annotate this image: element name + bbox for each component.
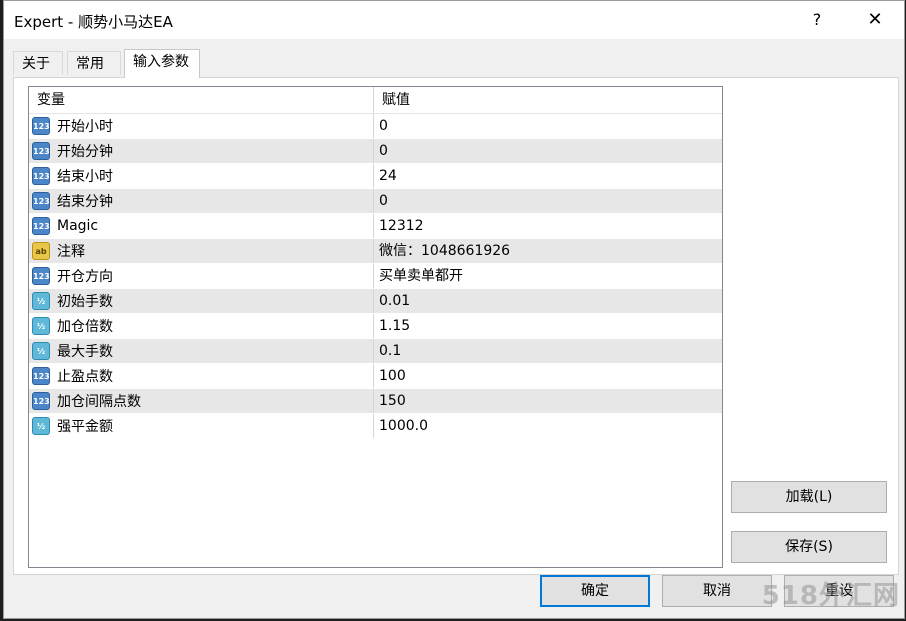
header-value[interactable]: 赋值 <box>374 87 722 113</box>
string-type-icon: ab <box>32 242 50 260</box>
integer-type-icon: 123 <box>32 392 50 410</box>
parameter-value-cell[interactable]: 100 <box>374 364 722 388</box>
table-row[interactable]: 123 开仓方向 买单卖单都开 <box>29 264 722 289</box>
double-type-icon: ½ <box>32 342 50 360</box>
help-button[interactable]: ? <box>806 7 828 33</box>
load-button[interactable]: 加载(L) <box>731 481 887 513</box>
integer-type-icon: 123 <box>32 142 50 160</box>
integer-type-icon: 123 <box>32 267 50 285</box>
parameter-name: 初始手数 <box>57 294 113 310</box>
integer-type-icon: 123 <box>32 167 50 185</box>
parameter-value-cell[interactable]: 0.1 <box>374 339 722 363</box>
table-row[interactable]: 123 结束分钟 0 <box>29 189 722 214</box>
header-variable[interactable]: 变量 <box>29 87 374 113</box>
watermark-logo: 518外汇网 <box>761 581 900 611</box>
table-row[interactable]: 123 加仓间隔点数 150 <box>29 389 722 414</box>
parameter-value-cell[interactable]: 0 <box>374 189 722 213</box>
parameter-value-cell[interactable]: 买单卖单都开 <box>374 264 722 288</box>
parameter-name-cell[interactable]: ½ 加仓倍数 <box>29 314 374 338</box>
parameter-name-cell[interactable]: ½ 强平金额 <box>29 414 374 438</box>
parameter-value-cell[interactable]: 微信：1048661926 <box>374 239 722 263</box>
parameter-name-cell[interactable]: ½ 最大手数 <box>29 339 374 363</box>
parameter-name: 最大手数 <box>57 344 113 360</box>
parameter-name: Magic <box>57 218 99 234</box>
window-title: Expert - 顺势小马达EA <box>14 13 173 31</box>
double-type-icon: ½ <box>32 417 50 435</box>
parameter-grid: 变量 赋值 123 开始小时 0 123 开始分钟 0 123 结束小时 24 123 结束分钟 0 1… <box>28 86 723 568</box>
table-row[interactable]: 123 结束小时 24 <box>29 164 722 189</box>
double-type-icon: ½ <box>32 292 50 310</box>
parameter-name: 加仓倍数 <box>57 319 113 335</box>
table-row[interactable]: 123 开始小时 0 <box>29 114 722 139</box>
parameter-value-cell[interactable]: 1000.0 <box>374 414 722 438</box>
parameter-value-cell[interactable]: 0 <box>374 139 722 163</box>
table-row[interactable]: 123 开始分钟 0 <box>29 139 722 164</box>
integer-type-icon: 123 <box>32 117 50 135</box>
parameter-name: 开始小时 <box>57 119 113 135</box>
parameter-name-cell[interactable]: 123 止盈点数 <box>29 364 374 388</box>
table-row[interactable]: ½ 初始手数 0.01 <box>29 289 722 314</box>
double-type-icon: ½ <box>32 317 50 335</box>
parameter-value-cell[interactable]: 150 <box>374 389 722 413</box>
integer-type-icon: 123 <box>32 367 50 385</box>
parameter-name-cell[interactable]: 123 结束小时 <box>29 164 374 188</box>
grid-header: 变量 赋值 <box>29 87 722 114</box>
table-row[interactable]: 123 止盈点数 100 <box>29 364 722 389</box>
integer-type-icon: 123 <box>32 217 50 235</box>
parameter-name-cell[interactable]: 123 加仓间隔点数 <box>29 389 374 413</box>
grid-body: 123 开始小时 0 123 开始分钟 0 123 结束小时 24 123 结束分钟 0 123 Magi… <box>29 114 722 439</box>
parameter-name-cell[interactable]: 123 开始小时 <box>29 114 374 138</box>
table-row[interactable]: 123 Magic 12312 <box>29 214 722 239</box>
tab-about[interactable]: 关于 <box>13 51 63 75</box>
parameter-name-cell[interactable]: ½ 初始手数 <box>29 289 374 313</box>
tab-inputs[interactable]: 输入参数 <box>124 49 200 78</box>
parameter-name: 注释 <box>57 244 85 260</box>
parameter-name: 止盈点数 <box>57 369 113 385</box>
parameter-name-cell[interactable]: 123 Magic <box>29 214 374 238</box>
parameter-name: 加仓间隔点数 <box>57 394 141 410</box>
parameter-name: 结束小时 <box>57 169 113 185</box>
parameter-value-cell[interactable]: 1.15 <box>374 314 722 338</box>
table-row[interactable]: ½ 最大手数 0.1 <box>29 339 722 364</box>
cancel-button[interactable]: 取消 <box>662 575 772 607</box>
parameter-name-cell[interactable]: 123 结束分钟 <box>29 189 374 213</box>
integer-type-icon: 123 <box>32 192 50 210</box>
tab-common[interactable]: 常用 <box>67 51 121 75</box>
parameter-value-cell[interactable]: 0.01 <box>374 289 722 313</box>
expert-dialog: Expert - 顺势小马达EA ? ✕ 关于 常用 输入参数 变量 赋值 12… <box>3 0 905 619</box>
parameter-value-cell[interactable]: 12312 <box>374 214 722 238</box>
parameter-name-cell[interactable]: ab 注释 <box>29 239 374 263</box>
parameter-name-cell[interactable]: 123 开始分钟 <box>29 139 374 163</box>
parameter-name: 开仓方向 <box>57 269 113 285</box>
table-row[interactable]: ½ 强平金额 1000.0 <box>29 414 722 439</box>
parameter-name: 强平金额 <box>57 419 113 435</box>
parameter-value-cell[interactable]: 0 <box>374 114 722 138</box>
save-button[interactable]: 保存(S) <box>731 531 887 563</box>
title-bar: Expert - 顺势小马达EA ? ✕ <box>4 1 904 39</box>
parameter-name: 开始分钟 <box>57 144 113 160</box>
ok-button[interactable]: 确定 <box>540 575 650 607</box>
table-row[interactable]: ab 注释 微信：1048661926 <box>29 239 722 264</box>
close-button[interactable]: ✕ <box>860 7 890 33</box>
parameter-value-cell[interactable]: 24 <box>374 164 722 188</box>
parameter-name: 结束分钟 <box>57 194 113 210</box>
table-row[interactable]: ½ 加仓倍数 1.15 <box>29 314 722 339</box>
parameter-name-cell[interactable]: 123 开仓方向 <box>29 264 374 288</box>
